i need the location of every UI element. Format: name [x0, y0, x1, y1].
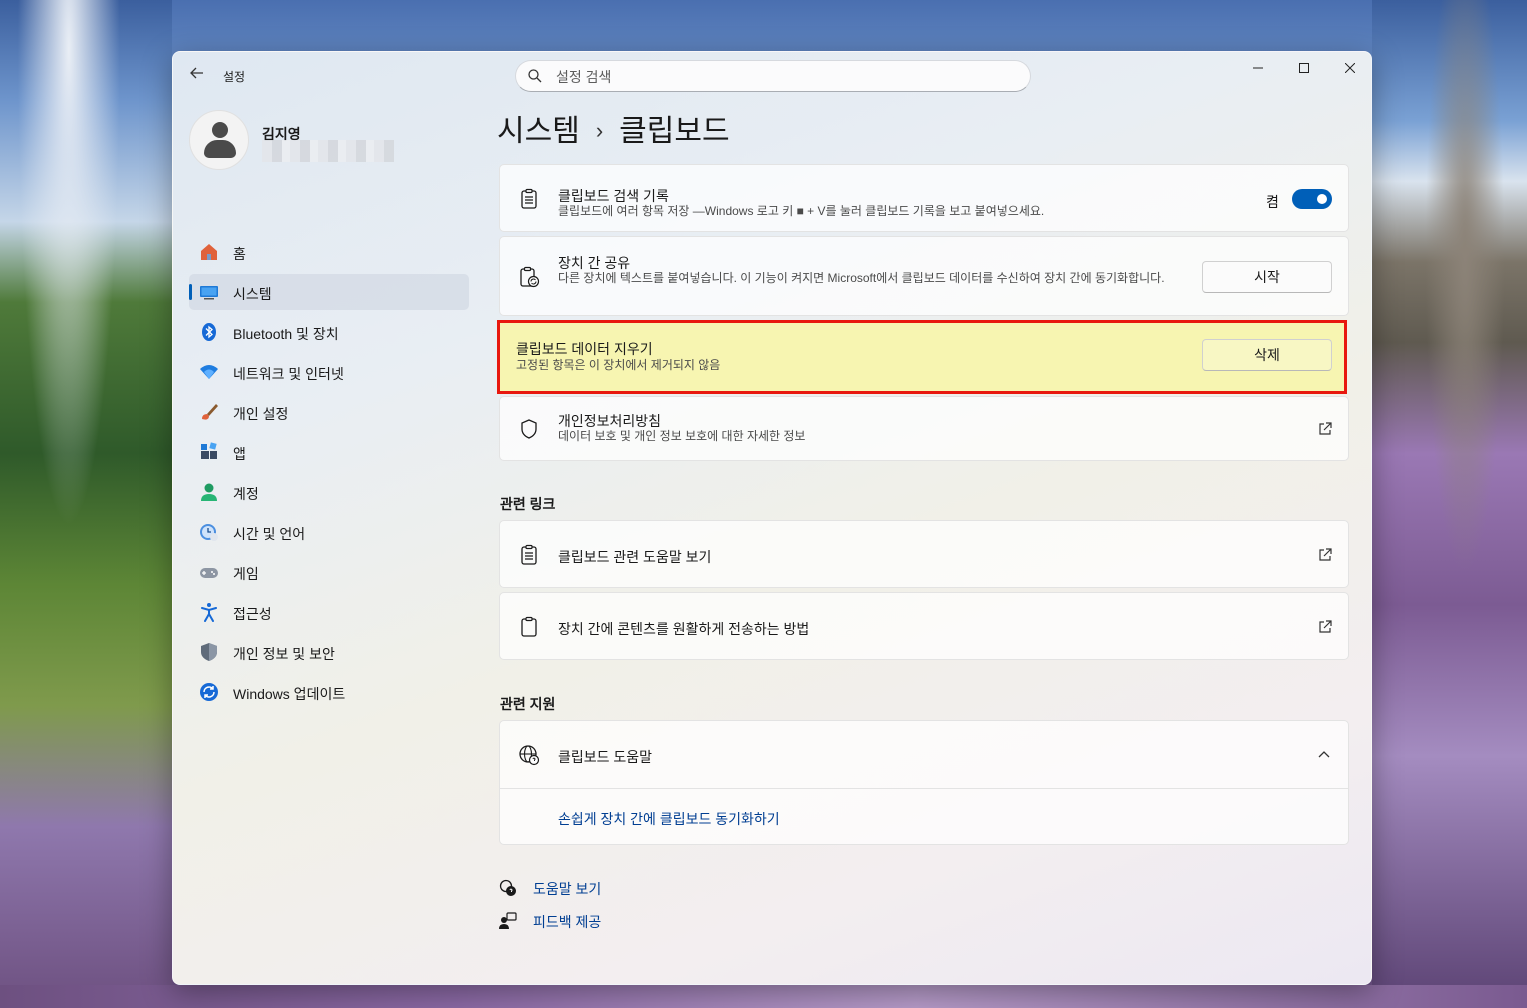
- back-button[interactable]: [187, 66, 207, 86]
- sidebar-item-label: 개인 설정: [233, 406, 289, 422]
- sidebar-item-label: 네트워크 및 인터넷: [233, 366, 344, 382]
- related-support-card: 클립보드 도움말 손쉽게 장치 간에 클립보드 동기화하기: [499, 720, 1349, 845]
- app-title: 설정: [223, 70, 246, 84]
- sidebar-item-windows-update[interactable]: Windows 업데이트: [189, 674, 469, 710]
- history-toggle-state: 켬: [1266, 194, 1279, 210]
- related-support-heading: 관련 지원: [500, 696, 556, 712]
- update-icon: [200, 683, 218, 701]
- sidebar-item-home[interactable]: 홈: [189, 234, 469, 270]
- maximize-icon: [1299, 63, 1309, 73]
- home-icon: [201, 244, 217, 260]
- history-toggle[interactable]: [1292, 189, 1332, 209]
- sidebar-item-time-language[interactable]: 시간 및 언어: [189, 514, 469, 550]
- clipboard-list-icon: [521, 544, 537, 565]
- sidebar-item-label: 계정: [233, 486, 259, 502]
- close-button[interactable]: [1327, 52, 1371, 84]
- clipboard-history-card: 클립보드 검색 기록 클립보드에 여러 항목 저장 —Windows 로고 키 …: [499, 164, 1349, 232]
- breadcrumb-separator: ›: [595, 118, 604, 143]
- related-link-label: 장치 간에 콘텐츠를 원활하게 전송하는 방법: [558, 621, 810, 637]
- clear-description: 고정된 항목은 이 장치에서 제거되지 않음: [516, 358, 721, 372]
- gamepad-icon: [200, 568, 218, 578]
- support-title: 클립보드 도움말: [558, 749, 653, 765]
- sidebar-item-accounts[interactable]: 계정: [189, 474, 469, 510]
- sidebar-item-privacy-security[interactable]: 개인 정보 및 보안: [189, 634, 469, 670]
- accessibility-icon: [201, 603, 217, 622]
- external-link-icon: [1319, 422, 1332, 435]
- sidebar-item-label: Windows 업데이트: [233, 686, 346, 702]
- title-bar: 설정: [173, 52, 1371, 100]
- sidebar-item-accessibility[interactable]: 접근성: [189, 594, 469, 630]
- bluetooth-icon: [202, 323, 216, 341]
- privacy-description: 데이터 보호 및 개인 정보 보호에 대한 자세한 정보: [558, 429, 806, 443]
- sidebar-item-gaming[interactable]: 게임: [189, 554, 469, 590]
- support-expander-header[interactable]: 클립보드 도움말: [500, 721, 1348, 789]
- related-links-heading: 관련 링크: [500, 496, 556, 512]
- clear-delete-button[interactable]: 삭제: [1202, 339, 1332, 371]
- related-link-label: 클립보드 관련 도움말 보기: [558, 549, 712, 565]
- external-link-icon: [1319, 620, 1332, 633]
- globe-help-icon: [519, 745, 540, 766]
- wallpaper-right: [1372, 0, 1527, 1008]
- sidebar-item-personalization[interactable]: 개인 설정: [189, 394, 469, 430]
- clipboard-list-icon: [521, 188, 537, 209]
- user-profile[interactable]: 김지영: [189, 110, 469, 170]
- profile-email-blurred: [262, 140, 394, 162]
- account-icon: [201, 483, 217, 501]
- sidebar-item-label: 접근성: [233, 606, 272, 622]
- chevron-up-icon[interactable]: [1318, 750, 1330, 758]
- close-icon: [1344, 62, 1356, 74]
- related-link-help-card[interactable]: 클립보드 관련 도움말 보기: [499, 520, 1349, 588]
- minimize-button[interactable]: [1235, 52, 1281, 84]
- search-box[interactable]: [515, 60, 1031, 92]
- sidebar-item-label: 시스템: [233, 286, 272, 302]
- sidebar-item-label: Bluetooth 및 장치: [233, 326, 339, 342]
- sidebar-item-apps[interactable]: 앱: [189, 434, 469, 470]
- avatar: [189, 110, 249, 170]
- share-description: 다른 장치에 텍스트를 붙여넣습니다. 이 기능이 켜지면 Microsoft에…: [558, 271, 1165, 285]
- sidebar-item-label: 앱: [233, 446, 246, 462]
- wallpaper-bottom: [0, 985, 1527, 1008]
- back-arrow-icon: [190, 67, 203, 79]
- sidebar-item-label: 개인 정보 및 보안: [233, 646, 335, 662]
- sidebar-item-label: 홈: [233, 246, 246, 262]
- breadcrumb-parent[interactable]: 시스템: [497, 115, 580, 148]
- shield-icon: [201, 643, 217, 661]
- share-across-devices-card: 장치 간 공유 다른 장치에 텍스트를 붙여넣습니다. 이 기능이 켜지면 Mi…: [499, 236, 1349, 316]
- clipboard-icon: [521, 616, 537, 637]
- privacy-statement-card[interactable]: 개인정보처리방침 데이터 보호 및 개인 정보 보호에 대한 자세한 정보: [499, 396, 1349, 461]
- wallpaper-left: [0, 0, 172, 1008]
- clear-title: 클립보드 데이터 지우기: [516, 341, 653, 357]
- settings-window: 설정 김지영 홈 시스템: [172, 51, 1372, 985]
- external-link-icon: [1319, 548, 1332, 561]
- breadcrumb: 시스템 › 클립보드: [497, 106, 730, 150]
- share-start-button[interactable]: 시작: [1202, 261, 1332, 293]
- brush-icon: [202, 404, 218, 420]
- sidebar-item-network[interactable]: 네트워크 및 인터넷: [189, 354, 469, 390]
- time-language-icon: [200, 524, 218, 541]
- history-description: 클립보드에 여러 항목 저장 —Windows 로고 키 ■ + V를 눌러 클…: [558, 204, 1045, 218]
- search-icon: [528, 69, 542, 83]
- sidebar-item-label: 시간 및 언어: [233, 526, 306, 542]
- clear-clipboard-card: 클립보드 데이터 지우기 고정된 항목은 이 장치에서 제거되지 않음 삭제: [497, 320, 1347, 394]
- search-input[interactable]: [556, 67, 1016, 87]
- clipboard-sync-icon: [520, 266, 540, 288]
- support-sync-link[interactable]: 손쉽게 장치 간에 클립보드 동기화하기: [558, 809, 780, 829]
- help-chat-icon: [499, 879, 516, 896]
- sidebar-item-label: 게임: [233, 566, 259, 582]
- sidebar-item-bluetooth[interactable]: Bluetooth 및 장치: [189, 314, 469, 350]
- shield-outline-icon: [521, 419, 537, 439]
- system-icon: [200, 286, 218, 300]
- feedback-icon: [499, 912, 517, 929]
- help-link-label: 도움말 보기: [533, 881, 602, 897]
- sidebar-nav: 홈 시스템 Bluetooth 및 장치 네트워크 및 인터넷 개인 설정 앱 …: [189, 234, 469, 714]
- feedback-link-label: 피드백 제공: [533, 914, 602, 930]
- wifi-icon: [200, 365, 218, 379]
- sidebar-item-system[interactable]: 시스템: [189, 274, 469, 310]
- minimize-icon: [1253, 67, 1263, 69]
- maximize-button[interactable]: [1281, 52, 1327, 84]
- apps-icon: [201, 442, 217, 459]
- page-title: 클립보드: [619, 115, 730, 148]
- related-link-transfer-card[interactable]: 장치 간에 콘텐츠를 원활하게 전송하는 방법: [499, 592, 1349, 660]
